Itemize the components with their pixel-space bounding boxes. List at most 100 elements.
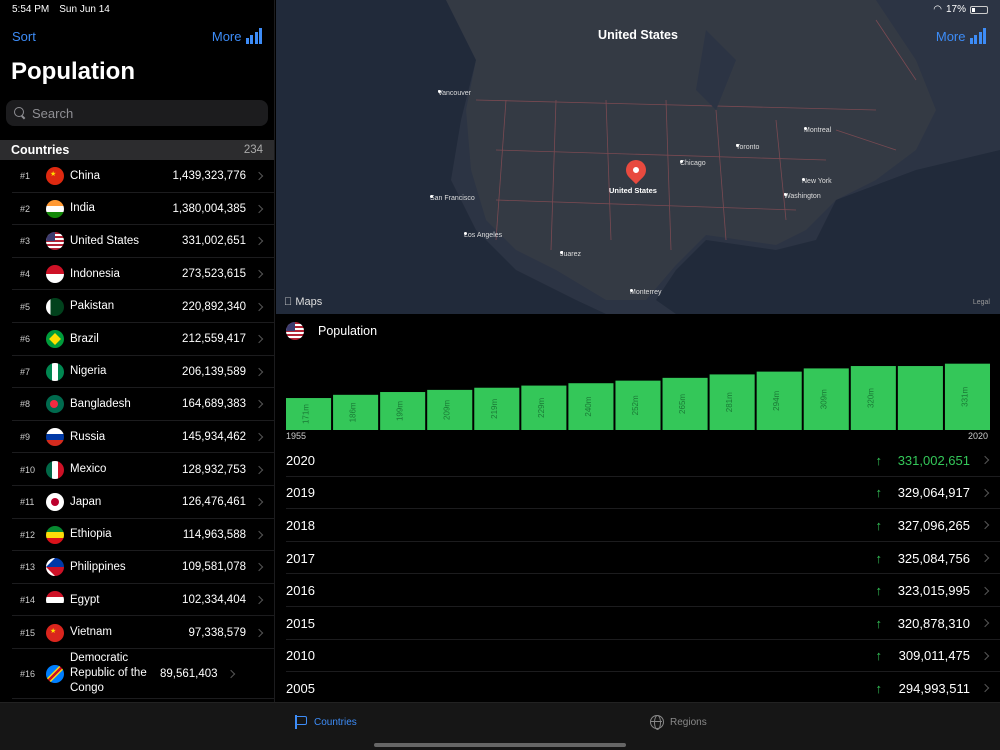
battery-icon [970, 5, 988, 14]
country-name: Pakistan [70, 300, 115, 313]
flag-icon: ★ [46, 167, 64, 186]
year-row[interactable]: 2005 ↑ 294,993,511 [276, 672, 1000, 705]
flag-icon [46, 591, 64, 610]
chart-axis-end: 2020 [967, 431, 988, 441]
search-bar[interactable] [6, 100, 268, 126]
arrow-up-icon: ↑ [875, 485, 883, 501]
bar-chart-icon [969, 28, 986, 44]
country-name: Vietnam [70, 626, 112, 639]
country-row[interactable]: #10 Mexico 128,932,753 [0, 453, 274, 486]
arrow-up-icon: ↑ [875, 583, 883, 599]
year-row[interactable]: 2020 ↑ 331,002,651 [276, 444, 1000, 477]
city-label: Washington [784, 193, 821, 200]
country-name: China [70, 169, 101, 182]
year-population: 325,084,756 [897, 550, 970, 566]
flag-icon [46, 265, 64, 284]
map-title: United States [598, 28, 678, 42]
flag-icon [46, 460, 64, 479]
country-row[interactable]: #3 United States 331,002,651 [0, 225, 274, 258]
status-date: Sun Jun 14 [59, 4, 110, 15]
city-label: Vancouver [438, 90, 471, 97]
city-label: Chicago [680, 160, 706, 167]
chevron-right-icon [254, 465, 264, 474]
sort-button[interactable]: Sort [12, 29, 36, 44]
tab-countries[interactable]: Countries [294, 715, 357, 729]
country-name: Indonesia [70, 267, 120, 280]
chevron-right-icon [980, 619, 990, 628]
chevron-right-icon [254, 172, 264, 181]
country-population: 128,932,753 [182, 463, 246, 476]
arrow-up-icon: ↑ [875, 680, 883, 696]
chevron-right-icon [980, 553, 990, 563]
year-row[interactable]: 2017 ↑ 325,084,756 [276, 542, 1000, 575]
arrow-up-icon: ↑ [875, 452, 883, 468]
country-rank: #5 [20, 301, 31, 312]
country-rank: #16 [20, 668, 36, 679]
year-row[interactable]: 2019 ↑ 329,064,917 [276, 477, 1000, 510]
country-row[interactable]: #4 Indonesia 273,523,615 [0, 258, 274, 291]
us-flag-icon [286, 322, 304, 340]
country-row[interactable]: #7 Nigeria 206,139,589 [0, 356, 274, 389]
country-row[interactable]: #15 ★ Vietnam 97,338,579 [0, 616, 274, 649]
status-bar-left: 5:54 PM Sun Jun 14 [12, 4, 110, 15]
year-row[interactable]: 2010 ↑ 309,011,475 [276, 640, 1000, 673]
flag-icon [46, 297, 64, 316]
bar-label: 331m [960, 387, 969, 407]
pin-label: United States [609, 186, 657, 195]
battery-percent: 17% [945, 4, 966, 15]
country-row[interactable]: #12 Ethiopia 114,963,588 [0, 519, 274, 552]
flag-icon [46, 428, 64, 447]
flag-icon [46, 232, 64, 251]
country-row[interactable]: #16 Democratic Republic of the Congo 89,56… [0, 649, 274, 699]
bar-label: 320m [866, 388, 875, 408]
chevron-right-icon [980, 456, 990, 465]
year-population: 294,993,511 [898, 680, 970, 696]
country-row[interactable]: #8 Bangladesh 164,689,383 [0, 388, 274, 421]
country-row[interactable]: #2 India 1,380,004,385 [0, 193, 274, 226]
chevron-right-icon [254, 497, 264, 507]
country-name: India [70, 202, 95, 215]
arrow-up-icon: ↑ [875, 648, 883, 664]
chevron-right-icon [226, 669, 235, 679]
country-rank: #1 [20, 171, 31, 182]
chevron-right-icon [254, 595, 264, 605]
country-rank: #2 [20, 203, 31, 214]
bar-label: 209m [443, 400, 452, 420]
country-row[interactable]: #13 Philippines 109,581,078 [0, 551, 274, 584]
country-population: 89,561,403 [160, 667, 218, 680]
country-name: Philippines [70, 560, 126, 573]
chevron-right-icon [254, 302, 264, 311]
section-title: Countries [11, 143, 70, 157]
chevron-right-icon [254, 432, 264, 442]
country-row[interactable]: #6 Brazil 212,559,417 [0, 323, 274, 356]
home-indicator[interactable] [374, 743, 626, 747]
country-row[interactable]: #9 Russia 145,934,462 [0, 421, 274, 454]
maps-logo:  Maps [284, 296, 322, 308]
country-population: 331,002,651 [182, 235, 246, 248]
sidebar-more-button[interactable]: More [212, 28, 262, 44]
country-row[interactable]: #11 Japan 126,476,461 [0, 486, 274, 519]
legal-link[interactable]: Legal [973, 299, 990, 306]
bar-label: 265m [678, 394, 687, 414]
flag-icon [46, 558, 64, 577]
year-row[interactable]: 2016 ↑ 323,015,995 [276, 574, 1000, 607]
search-input[interactable] [32, 105, 252, 121]
arrow-up-icon: ↑ [875, 550, 883, 566]
bar-label: 229m [537, 397, 546, 417]
country-population: 1,380,004,385 [172, 202, 246, 215]
map-view[interactable]: United States More Vancouver Montreal To… [276, 0, 1000, 314]
country-row[interactable]: #14 Egypt 102,334,404 [0, 584, 274, 617]
country-row[interactable]: #1 ★ China 1,439,323,776 [0, 160, 274, 193]
year-row[interactable]: 2015 ↑ 320,878,310 [276, 607, 1000, 640]
chevron-right-icon [980, 586, 990, 595]
country-name: Brazil [70, 332, 99, 345]
map-more-button[interactable]: More [936, 28, 986, 44]
tab-regions[interactable]: Regions [650, 715, 707, 730]
country-row[interactable]: #5 Pakistan 220,892,340 [0, 290, 274, 323]
city-label: Juarez [560, 251, 582, 258]
more-label: More [211, 28, 242, 44]
arrow-up-icon: ↑ [875, 615, 883, 631]
bar-label: 240m [584, 396, 593, 416]
bar-label: 186m [349, 402, 358, 422]
year-row[interactable]: 2018 ↑ 327,096,265 [276, 509, 1000, 542]
